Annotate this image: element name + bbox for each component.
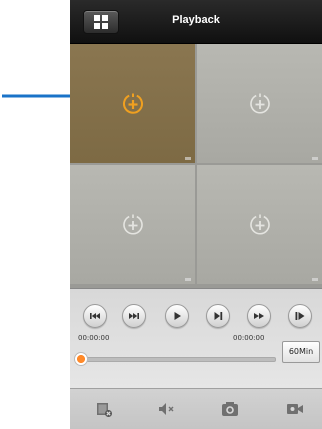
video-cell-4[interactable] <box>197 165 322 284</box>
video-cell-2[interactable] <box>197 44 322 163</box>
time-range-button[interactable]: 60Min <box>282 341 320 363</box>
skip-to-end-icon <box>295 312 305 320</box>
step-forward-icon <box>214 312 223 320</box>
cell-corner-mark <box>312 278 318 281</box>
header-bar: Playback <box>70 0 322 44</box>
fast-forward-button[interactable] <box>247 304 271 328</box>
cell-corner-mark <box>185 278 191 281</box>
add-channel-icon[interactable] <box>248 92 272 116</box>
fast-forward-icon <box>254 313 264 319</box>
page-title: Playback <box>172 14 220 26</box>
video-cell-1[interactable] <box>70 44 195 163</box>
timeline-handle[interactable] <box>74 352 88 366</box>
frame-back-icon <box>129 313 139 319</box>
add-channel-icon[interactable] <box>248 213 272 237</box>
skip-to-start-button[interactable] <box>83 304 107 328</box>
video-cell-3[interactable] <box>70 165 195 284</box>
frame-back-button[interactable] <box>122 304 146 328</box>
bottom-toolbar <box>70 388 322 429</box>
skip-to-end-button[interactable] <box>288 304 312 328</box>
playback-controls: 00:00:00 00:00:00 60Min <box>70 288 322 389</box>
add-channel-icon[interactable] <box>121 92 145 116</box>
snapshot-icon[interactable] <box>220 400 240 418</box>
video-grid <box>70 44 322 288</box>
skip-to-start-icon <box>90 313 100 319</box>
start-time: 00:00:00 <box>78 334 110 342</box>
add-channel-icon[interactable] <box>121 213 145 237</box>
play-icon <box>174 312 181 320</box>
timeline-slider[interactable] <box>79 357 276 362</box>
record-icon[interactable] <box>285 400 305 418</box>
cell-corner-mark <box>185 157 191 160</box>
playback-screen: Playback 00:00:00 00:00:00 60Min <box>70 0 322 429</box>
cell-corner-mark <box>312 157 318 160</box>
mute-icon[interactable] <box>156 400 176 418</box>
stop-icon[interactable] <box>94 400 114 418</box>
step-forward-button[interactable] <box>206 304 230 328</box>
end-time: 00:00:00 <box>233 334 265 342</box>
screenshot-stage: Playback 00:00:00 00:00:00 60Min <box>0 0 322 429</box>
play-button[interactable] <box>165 304 189 328</box>
